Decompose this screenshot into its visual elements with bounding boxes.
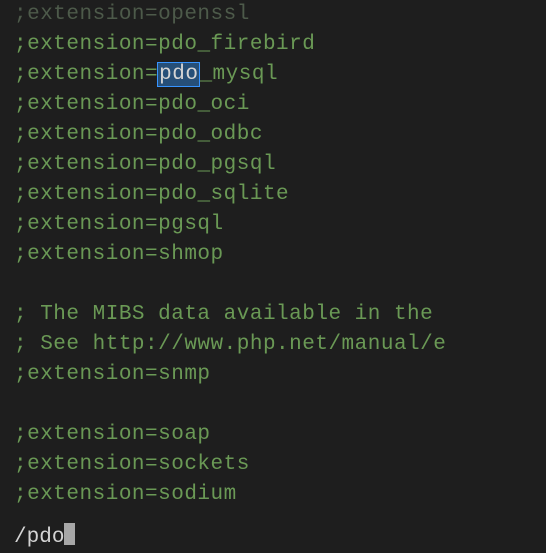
search-query: pdo xyxy=(27,526,65,549)
code-text: ; See http://www.php.net/manual/e xyxy=(14,333,446,356)
code-text: _pgsql xyxy=(197,153,276,176)
search-command-line[interactable]: /pdo xyxy=(0,523,546,553)
code-line[interactable]: ;extension=shmop xyxy=(0,240,546,270)
code-line[interactable]: ;extension=soap xyxy=(0,420,546,450)
code-text: ;extension=snmp xyxy=(14,363,211,386)
code-line[interactable]: ;extension=pgsql xyxy=(0,210,546,240)
code-line[interactable]: ;extension=pdo_odbc xyxy=(0,120,546,150)
code-text: _mysql xyxy=(199,63,278,86)
code-text: ;extension=soap xyxy=(14,423,211,446)
code-text: ;extension= xyxy=(14,33,158,56)
code-line[interactable]: ;extension=pdo_mysql xyxy=(0,60,546,90)
code-text: _firebird xyxy=(197,33,315,56)
code-text: ;extension= xyxy=(14,183,158,206)
code-text: pdo xyxy=(158,153,197,176)
code-text: ;extension=openssl xyxy=(14,3,250,26)
code-text: ;extension= xyxy=(14,153,158,176)
code-text: ;extension=shmop xyxy=(14,243,224,266)
code-text: pdo xyxy=(158,183,197,206)
search-match-current: pdo xyxy=(158,63,199,86)
code-line[interactable]: ; See http://www.php.net/manual/e xyxy=(0,330,546,360)
code-text: ;extension= xyxy=(14,93,158,116)
blank-line[interactable] xyxy=(0,390,546,420)
code-line[interactable]: ;extension=openssl xyxy=(0,0,546,30)
blank-line[interactable] xyxy=(0,270,546,300)
code-text: ;extension=sodium xyxy=(14,483,237,506)
code-editor[interactable]: ;extension=openssl ;extension=pdo_firebi… xyxy=(0,0,546,553)
code-text: ;extension= xyxy=(14,63,158,86)
code-line[interactable]: ;extension=pdo_sqlite xyxy=(0,180,546,210)
code-text: pdo xyxy=(158,33,197,56)
code-text: ;extension=sockets xyxy=(14,453,250,476)
code-text: pdo xyxy=(158,93,197,116)
code-text: ;extension= xyxy=(14,123,158,146)
code-text: _odbc xyxy=(197,123,263,146)
code-line[interactable]: ;extension=pdo_oci xyxy=(0,90,546,120)
code-line[interactable]: ;extension=snmp xyxy=(0,360,546,390)
code-text: _oci xyxy=(197,93,249,116)
code-text: ;extension=pgsql xyxy=(14,213,224,236)
search-prefix: / xyxy=(14,526,27,549)
code-text: ; The MIBS data available in the xyxy=(14,303,446,326)
code-line[interactable]: ;extension=pdo_firebird xyxy=(0,30,546,60)
code-text: _sqlite xyxy=(197,183,289,206)
code-line[interactable]: ;extension=pdo_pgsql xyxy=(0,150,546,180)
code-text: pdo xyxy=(158,123,197,146)
code-line[interactable]: ;extension=sockets xyxy=(0,450,546,480)
text-cursor xyxy=(64,523,75,545)
code-line[interactable]: ; The MIBS data available in the xyxy=(0,300,546,330)
code-line[interactable]: ;extension=sodium xyxy=(0,480,546,510)
